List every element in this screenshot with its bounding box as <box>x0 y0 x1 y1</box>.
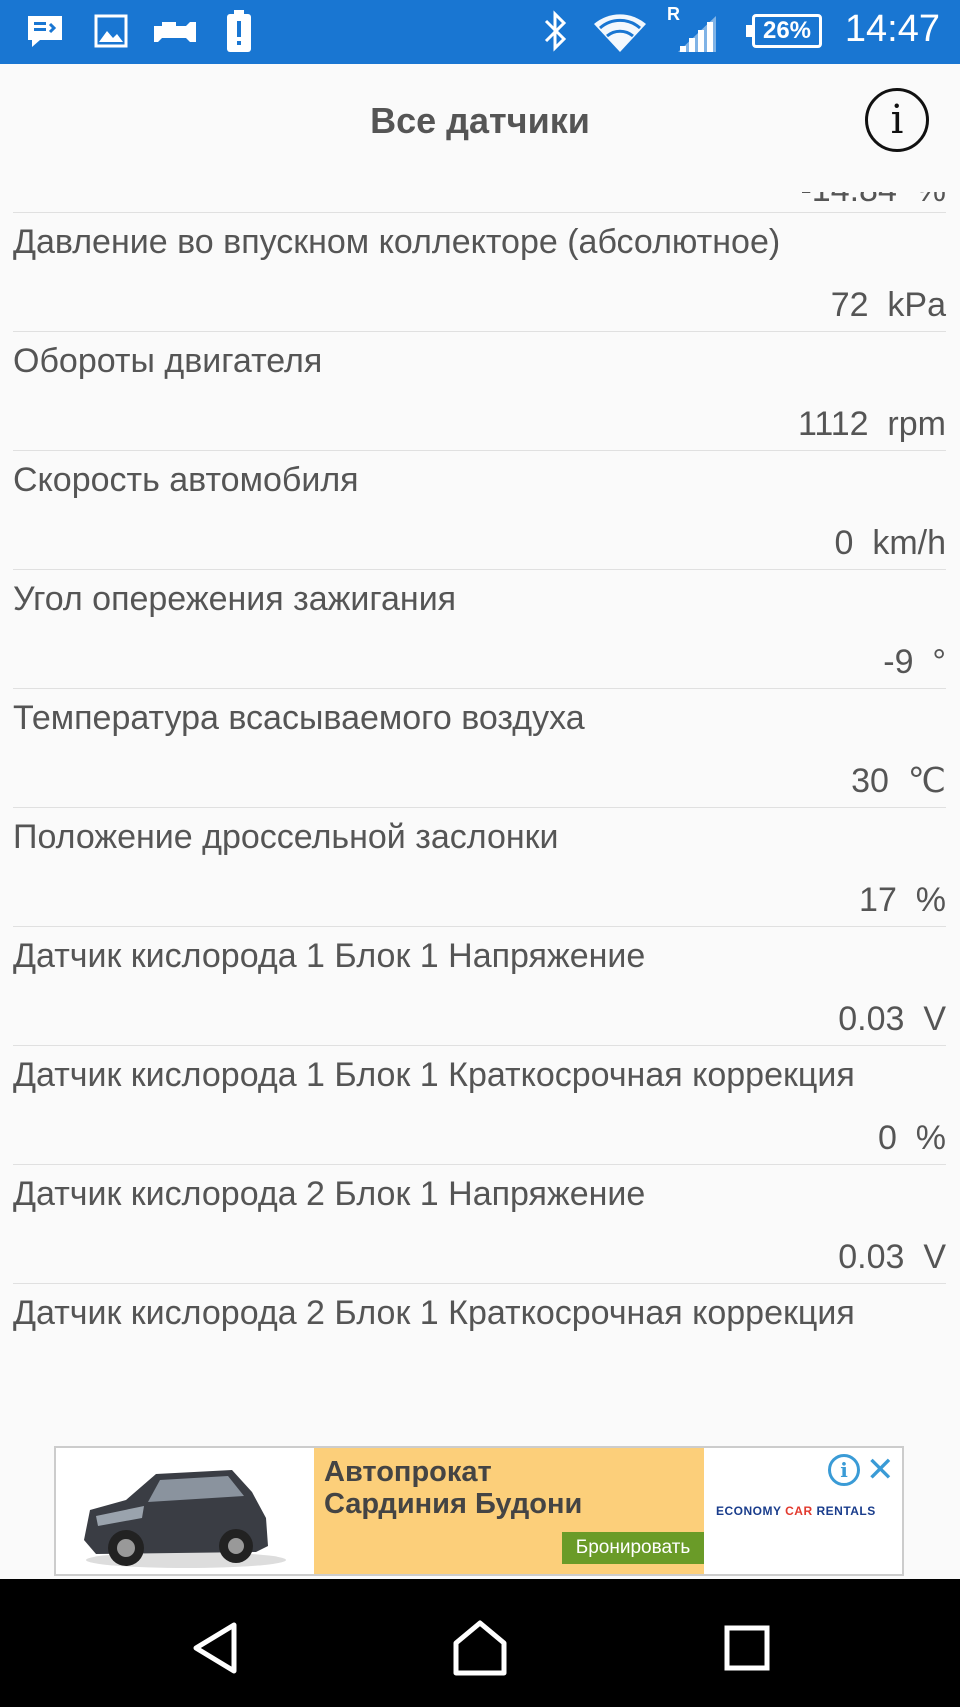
ad-info-icon[interactable]: i <box>828 1454 860 1486</box>
sensor-value: -9 ° <box>883 643 946 681</box>
list-item[interactable]: Скорость автомобиля 0 km/h <box>13 450 946 569</box>
back-icon[interactable] <box>190 1621 240 1675</box>
signal-icon <box>678 16 716 52</box>
sensor-value: 1112 rpm <box>797 405 946 443</box>
sensor-list[interactable]: -14.84 % Давление во впускном коллекторе… <box>0 192 960 1447</box>
message-icon <box>28 16 62 47</box>
list-item[interactable]: Датчик кислорода 2 Блок 1 Напряжение 0.0… <box>13 1164 946 1283</box>
brand-word-3: RENTALS <box>816 1504 876 1518</box>
book-button[interactable]: Бронировать <box>562 1532 704 1564</box>
ad-content[interactable]: Автопрокат Сардиния Будони Бронировать <box>314 1448 704 1574</box>
sensor-value: -14.84 % <box>13 192 946 212</box>
sensor-name: Датчик кислорода 1 Блок 1 Напряжение <box>13 937 646 975</box>
sensor-value: 0.03 V <box>838 1000 946 1038</box>
list-item[interactable]: -14.84 % <box>13 192 946 212</box>
list-item[interactable]: Положение дроссельной заслонки 17 % <box>13 807 946 926</box>
recents-icon[interactable] <box>724 1625 770 1671</box>
wifi-icon <box>594 14 646 52</box>
battery-indicator: 26% <box>746 14 822 48</box>
brand-word-1: ECONOMY <box>716 1504 782 1518</box>
list-item[interactable]: Датчик кислорода 1 Блок 1 Напряжение 0.0… <box>13 926 946 1045</box>
car-image <box>56 1448 314 1574</box>
list-item[interactable]: Температура всасываемого воздуха 30 ℃ <box>13 688 946 807</box>
page-title: Все датчики <box>370 100 590 141</box>
home-icon[interactable] <box>452 1619 508 1677</box>
ad-banner[interactable]: Автопрокат Сардиния Будони Бронировать i… <box>54 1446 904 1576</box>
battery-alert-icon <box>227 10 251 52</box>
info-icon: i <box>890 97 904 143</box>
info-button[interactable]: i <box>865 88 929 152</box>
sensor-value <box>13 1334 946 1402</box>
sensor-name: Датчик кислорода 1 Блок 1 Краткосрочная … <box>13 1056 855 1094</box>
sensor-name: Скорость автомобиля <box>13 461 359 499</box>
check-engine-icon <box>154 22 196 42</box>
list-item[interactable]: Угол опережения зажигания -9 ° <box>13 569 946 688</box>
status-bar: R 26% 14:47 <box>0 0 960 64</box>
sensor-name: Давление во впускном коллекторе (абсолют… <box>13 223 781 261</box>
bluetooth-icon <box>544 10 567 52</box>
list-item[interactable]: Обороты двигателя 1112 rpm <box>13 331 946 450</box>
sensor-name: Температура всасываемого воздуха <box>13 699 585 737</box>
sensor-value: 0 % <box>877 1119 946 1157</box>
ad-brand-logo: ECONOMY CAR RENTALS <box>716 1504 876 1518</box>
app-bar: Все датчики <box>0 64 960 192</box>
sensor-name: Положение дроссельной заслонки <box>13 818 559 856</box>
sensor-value: 0 km/h <box>834 524 946 562</box>
image-icon <box>94 14 128 48</box>
ad-title[interactable]: Автопрокат Сардиния Будони <box>324 1456 624 1520</box>
sensor-value: 0.03 V <box>838 1238 946 1276</box>
close-icon[interactable]: ✕ <box>866 1450 895 1490</box>
sensor-value: 72 kPa <box>830 286 946 324</box>
sensor-value: 30 ℃ <box>851 762 946 800</box>
list-item[interactable]: Датчик кислорода 1 Блок 1 Краткосрочная … <box>13 1045 946 1164</box>
sensor-value: 17 % <box>859 881 946 919</box>
brand-word-2: CAR <box>785 1504 813 1518</box>
navigation-bar <box>0 1579 960 1707</box>
sensor-name: Обороты двигателя <box>13 342 323 380</box>
list-item[interactable]: Датчик кислорода 2 Блок 1 Краткосрочная … <box>13 1283 946 1402</box>
sensor-name: Датчик кислорода 2 Блок 1 Напряжение <box>13 1175 646 1213</box>
battery-level: 26% <box>762 17 812 44</box>
sensor-name: Угол опережения зажигания <box>13 580 457 618</box>
list-item[interactable]: Давление во впускном коллекторе (абсолют… <box>13 212 946 331</box>
sensor-name: Датчик кислорода 2 Блок 1 Краткосрочная … <box>13 1294 855 1332</box>
clock: 14:47 <box>844 8 940 50</box>
